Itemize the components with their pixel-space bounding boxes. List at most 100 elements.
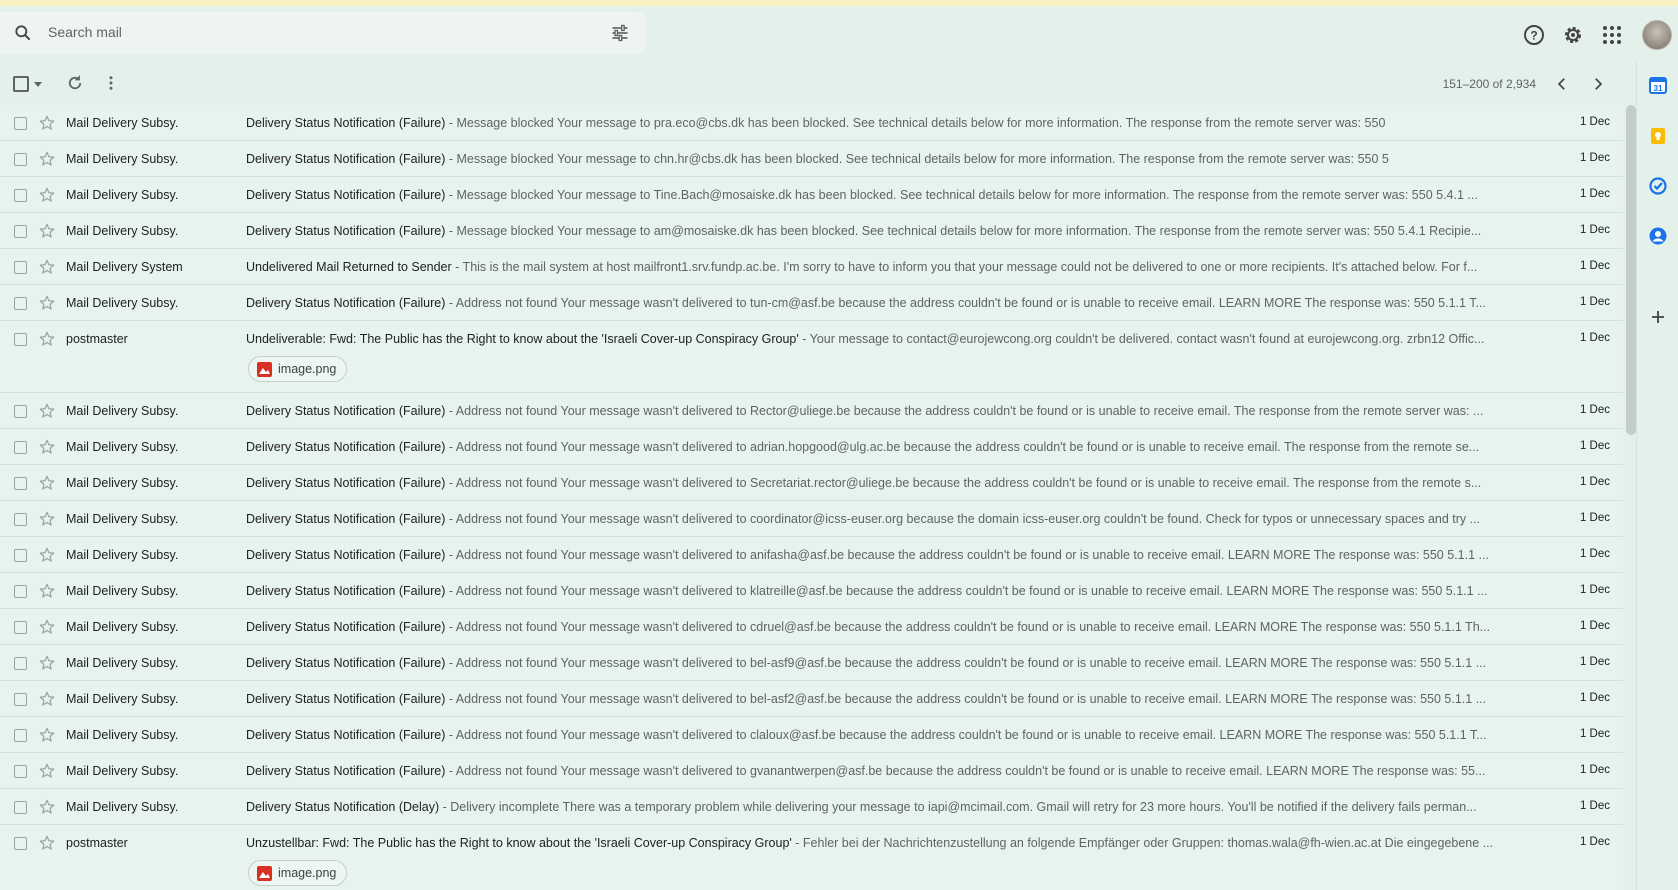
email-row[interactable]: Mail Delivery Subsy. Delivery Status Noti… [0, 213, 1623, 249]
star-icon[interactable] [38, 690, 56, 708]
star-icon[interactable] [38, 762, 56, 780]
attachment-chip[interactable]: image.png [248, 356, 348, 382]
email-sender: Mail Delivery Subsy. [66, 188, 179, 202]
row-checkbox[interactable] [14, 837, 27, 850]
keep-icon[interactable] [1648, 126, 1668, 146]
email-line: Delivery Status Notification (Failure) -… [246, 440, 1526, 454]
email-line: Undelivered Mail Returned to Sender - Th… [246, 260, 1526, 274]
account-avatar[interactable] [1642, 20, 1672, 50]
refresh-icon[interactable] [66, 74, 84, 92]
star-icon[interactable] [38, 618, 56, 636]
star-icon[interactable] [38, 294, 56, 312]
calendar-icon[interactable]: 31 [1648, 75, 1668, 95]
row-checkbox[interactable] [14, 153, 27, 166]
row-checkbox[interactable] [14, 261, 27, 274]
row-checkbox[interactable] [14, 405, 27, 418]
email-sender: Mail Delivery Subsy. [66, 800, 179, 814]
email-snippet: - Address not found Your message wasn't … [445, 764, 1486, 778]
row-checkbox[interactable] [14, 801, 27, 814]
star-icon[interactable] [38, 402, 56, 420]
chevron-right-icon[interactable] [1589, 75, 1607, 93]
row-checkbox[interactable] [14, 477, 27, 490]
row-checkbox[interactable] [14, 765, 27, 778]
star-icon[interactable] [38, 510, 56, 528]
star-icon[interactable] [38, 798, 56, 816]
email-line: Delivery Status Notification (Failure) -… [246, 224, 1526, 238]
star-icon[interactable] [38, 546, 56, 564]
email-row[interactable]: Mail Delivery Subsy. Delivery Status Noti… [0, 789, 1623, 825]
email-row[interactable]: Mail Delivery Subsy. Delivery Status Noti… [0, 609, 1623, 645]
apps-grid-icon[interactable] [1600, 23, 1624, 47]
attachment-name: image.png [278, 362, 337, 376]
email-subject: Delivery Status Notification (Failure) [246, 764, 446, 778]
row-checkbox[interactable] [14, 729, 27, 742]
select-dropdown-icon[interactable] [34, 82, 42, 87]
star-icon[interactable] [38, 222, 56, 240]
email-date: 1 Dec [1579, 188, 1610, 200]
row-checkbox[interactable] [14, 225, 27, 238]
email-row[interactable]: Mail Delivery Subsy. Delivery Status Noti… [0, 537, 1623, 573]
email-row[interactable]: Mail Delivery Subsy. Delivery Status Noti… [0, 177, 1623, 213]
email-row[interactable]: Mail Delivery Subsy. Delivery Status Noti… [0, 717, 1623, 753]
search-icon[interactable] [13, 23, 33, 43]
email-row[interactable]: Mail Delivery Subsy. Delivery Status Noti… [0, 501, 1623, 537]
star-icon[interactable] [38, 834, 56, 852]
email-line: Delivery Status Notification (Failure) -… [246, 620, 1526, 634]
email-row[interactable]: postmaster Undeliverable: Fwd: The Public… [0, 321, 1623, 393]
row-checkbox[interactable] [14, 693, 27, 706]
row-checkbox[interactable] [14, 441, 27, 454]
row-checkbox[interactable] [14, 333, 27, 346]
search-bar[interactable]: Search mail [0, 12, 646, 54]
more-options-icon[interactable] [104, 74, 118, 92]
contacts-icon[interactable] [1648, 226, 1668, 246]
toolbar: 151–200 of 2,934 [0, 66, 1636, 106]
email-row[interactable]: Mail Delivery Subsy. Delivery Status Noti… [0, 681, 1623, 717]
star-icon[interactable] [38, 330, 56, 348]
row-checkbox[interactable] [14, 657, 27, 670]
search-options-icon[interactable] [609, 23, 631, 43]
email-subject: Delivery Status Notification (Failure) [246, 656, 446, 670]
email-subject: Delivery Status Notification (Failure) [246, 224, 446, 238]
email-row[interactable]: Mail Delivery Subsy. Delivery Status Noti… [0, 753, 1623, 789]
row-checkbox[interactable] [14, 297, 27, 310]
star-icon[interactable] [38, 258, 56, 276]
email-row[interactable]: Mail Delivery Subsy. Delivery Status Noti… [0, 393, 1623, 429]
scrollbar[interactable] [1626, 105, 1636, 435]
select-all-checkbox[interactable] [13, 76, 29, 92]
star-icon[interactable] [38, 582, 56, 600]
row-checkbox[interactable] [14, 585, 27, 598]
email-row[interactable]: Mail Delivery System Undelivered Mail Ret… [0, 249, 1623, 285]
email-row[interactable]: postmaster Unzustellbar: Fwd: The Public … [0, 825, 1623, 890]
search-input[interactable]: Search mail [48, 24, 122, 40]
star-icon[interactable] [38, 150, 56, 168]
row-checkbox[interactable] [14, 621, 27, 634]
email-row[interactable]: Mail Delivery Subsy. Delivery Status Noti… [0, 573, 1623, 609]
help-icon[interactable]: ? [1522, 23, 1546, 47]
email-row[interactable]: Mail Delivery Subsy. Delivery Status Noti… [0, 465, 1623, 501]
star-icon[interactable] [38, 474, 56, 492]
settings-icon[interactable] [1561, 23, 1585, 47]
star-icon[interactable] [38, 438, 56, 456]
attachment-chip[interactable]: image.png [248, 860, 348, 886]
star-icon[interactable] [38, 114, 56, 132]
email-date: 1 Dec [1579, 440, 1610, 452]
chevron-left-icon[interactable] [1553, 75, 1571, 93]
email-sender: Mail Delivery Subsy. [66, 584, 179, 598]
row-checkbox[interactable] [14, 549, 27, 562]
email-row[interactable]: Mail Delivery Subsy. Delivery Status Noti… [0, 105, 1623, 141]
email-row[interactable]: Mail Delivery Subsy. Delivery Status Noti… [0, 645, 1623, 681]
add-icon[interactable] [1648, 307, 1668, 327]
row-checkbox[interactable] [14, 513, 27, 526]
star-icon[interactable] [38, 726, 56, 744]
email-row[interactable]: Mail Delivery Subsy. Delivery Status Noti… [0, 429, 1623, 465]
tasks-icon[interactable] [1648, 176, 1668, 196]
email-subject: Delivery Status Notification (Failure) [246, 152, 446, 166]
star-icon[interactable] [38, 654, 56, 672]
email-sender: Mail Delivery Subsy. [66, 296, 179, 310]
email-row[interactable]: Mail Delivery Subsy. Delivery Status Noti… [0, 141, 1623, 177]
row-checkbox[interactable] [14, 189, 27, 202]
email-row[interactable]: Mail Delivery Subsy. Delivery Status Noti… [0, 285, 1623, 321]
mail-list: Mail Delivery Subsy. Delivery Status Noti… [0, 105, 1623, 890]
row-checkbox[interactable] [14, 117, 27, 130]
star-icon[interactable] [38, 186, 56, 204]
